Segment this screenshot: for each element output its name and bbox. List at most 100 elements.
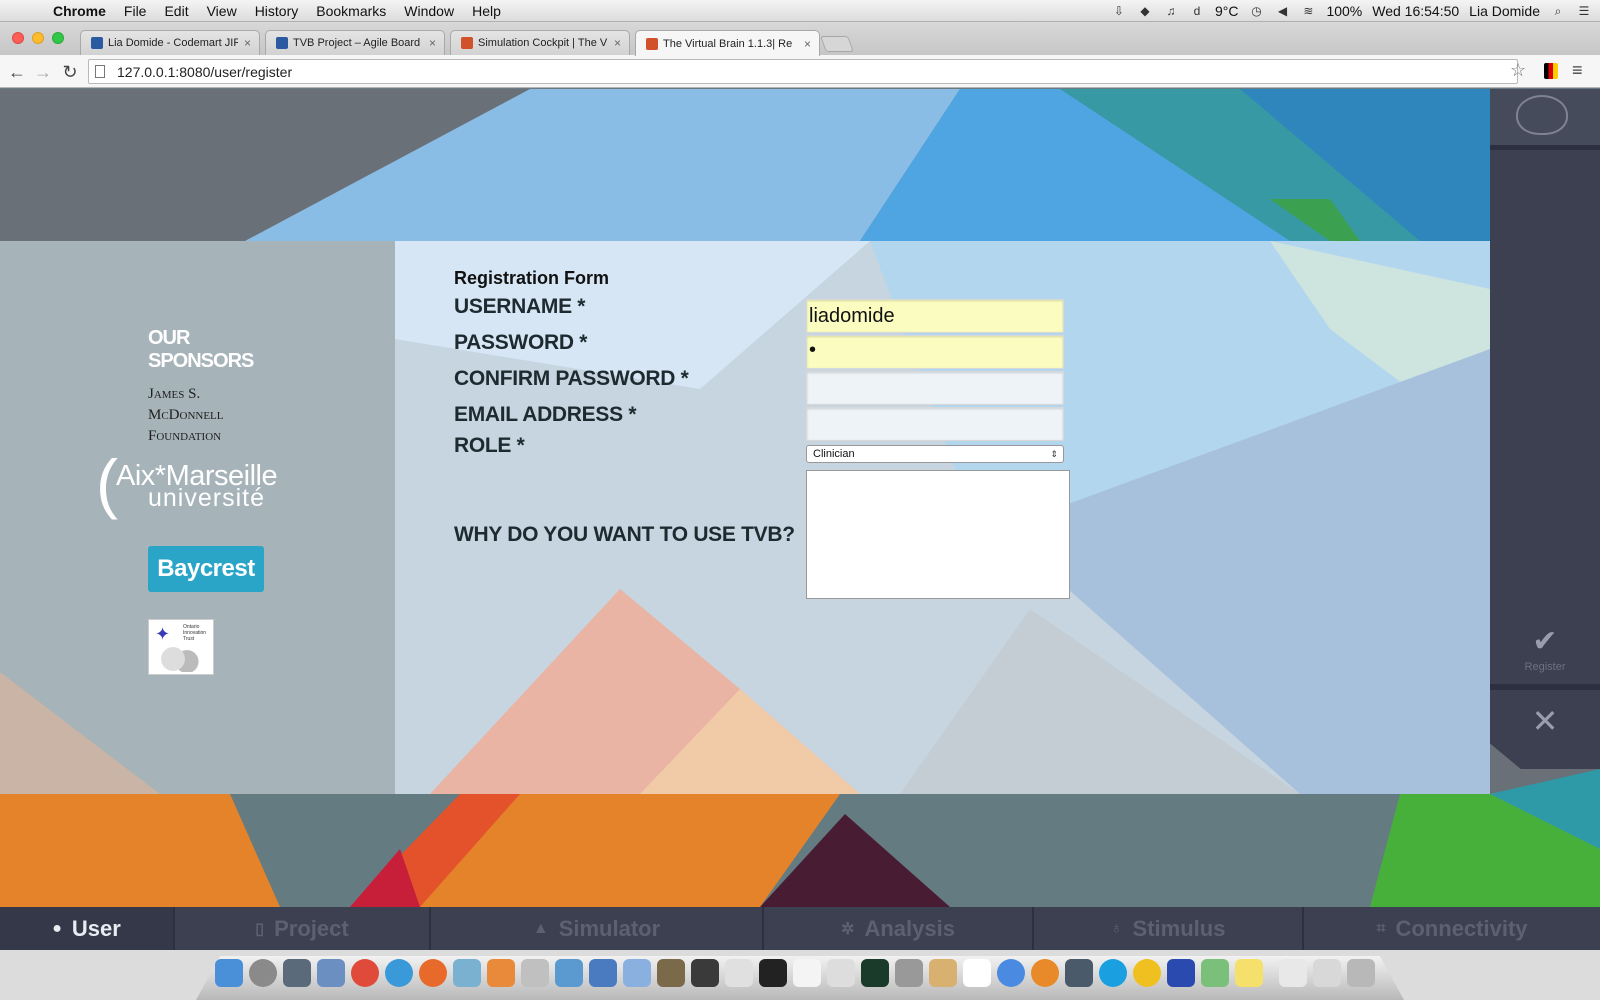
downloads-stack-icon[interactable] xyxy=(1279,959,1307,987)
minimize-window-button[interactable] xyxy=(32,32,44,44)
terminal-icon[interactable] xyxy=(691,959,719,987)
mail-icon[interactable] xyxy=(487,959,515,987)
confirm-password-input[interactable] xyxy=(806,371,1064,405)
ibooks-icon[interactable] xyxy=(1031,959,1059,987)
address-bar[interactable]: 127.0.0.1:8080/user/register xyxy=(88,59,1518,84)
menu-window[interactable]: Window xyxy=(395,3,463,19)
close-tab-icon[interactable]: × xyxy=(244,36,251,50)
role-select[interactable]: Clinician ⇕ xyxy=(806,445,1064,463)
close-tab-icon[interactable]: × xyxy=(429,36,436,50)
email-input[interactable] xyxy=(806,407,1064,441)
bottom-navigation: ● User ▯ Project ▲ Simulator ✲ Analysis … xyxy=(0,907,1600,950)
nav-tab-simulator[interactable]: ▲ Simulator xyxy=(431,907,764,950)
system-preferences-icon[interactable] xyxy=(895,959,923,987)
console-icon[interactable] xyxy=(759,959,787,987)
menu-help[interactable]: Help xyxy=(463,3,510,19)
username-input[interactable] xyxy=(806,299,1064,333)
sponsors-panel: OUR SPONSORS James S. McDonnell Foundati… xyxy=(0,245,395,794)
username-label: USERNAME * xyxy=(454,295,586,318)
documents-stack-icon[interactable] xyxy=(1313,959,1341,987)
menu-view[interactable]: View xyxy=(198,3,246,19)
chrome-menu-icon[interactable]: ≡ xyxy=(1572,60,1583,81)
wifi-icon[interactable]: ≋ xyxy=(1300,4,1316,18)
role-selected-value: Clinician xyxy=(813,448,855,460)
photos-icon[interactable] xyxy=(1201,959,1229,987)
mission-control-icon[interactable] xyxy=(283,959,311,987)
bell-icon[interactable]: ♫ xyxy=(1163,4,1179,18)
register-check-icon[interactable]: ✔ xyxy=(1490,624,1600,659)
close-tab-icon[interactable]: × xyxy=(614,36,621,50)
trash-icon[interactable] xyxy=(1347,959,1375,987)
dictionary-icon[interactable]: d xyxy=(1189,4,1205,18)
cancel-button[interactable]: ✕ xyxy=(1490,684,1600,769)
nav-tab-user[interactable]: ● User xyxy=(0,907,175,950)
stickies-icon[interactable] xyxy=(1235,959,1263,987)
evernote-icon[interactable]: ◆ xyxy=(1137,4,1153,18)
nav-tab-stimulus[interactable]: ♁ Stimulus xyxy=(1034,907,1304,950)
calendar-icon[interactable] xyxy=(963,959,991,987)
finder-icon[interactable] xyxy=(215,959,243,987)
clock[interactable]: Wed 16:54:50 xyxy=(1372,3,1459,19)
launchpad-icon[interactable] xyxy=(249,959,277,987)
tvb-brain-logo[interactable] xyxy=(1490,89,1600,145)
bookmark-star-icon[interactable]: ☆ xyxy=(1510,60,1526,81)
battery-status[interactable]: 100% xyxy=(1326,3,1362,19)
jira-favicon-icon xyxy=(91,37,103,49)
timemachine-icon[interactable]: ◷ xyxy=(1248,4,1264,18)
aix-marseille-logo: ( Aix*Marseille université xyxy=(96,446,278,520)
spotlight-icon[interactable]: ⌕ xyxy=(1550,4,1566,18)
menu-app-name[interactable]: Chrome xyxy=(44,3,115,19)
network-icon[interactable] xyxy=(555,959,583,987)
skype-icon[interactable] xyxy=(1099,959,1127,987)
safari-icon[interactable] xyxy=(385,959,413,987)
pycharm-icon[interactable] xyxy=(453,959,481,987)
baycrest-logo: Baycrest xyxy=(148,546,264,592)
nav-tab-connectivity[interactable]: ⌗ Connectivity xyxy=(1304,907,1600,950)
zoom-window-button[interactable] xyxy=(52,32,64,44)
menu-file[interactable]: File xyxy=(115,3,156,19)
gear-icon: ✲ xyxy=(841,920,855,938)
browser-tab-jira[interactable]: Lia Domide - Codemart JIR × xyxy=(80,30,260,55)
activity-monitor-icon[interactable] xyxy=(861,959,889,987)
calculator-icon[interactable] xyxy=(1167,959,1195,987)
database-icon[interactable] xyxy=(521,959,549,987)
facetime-icon[interactable] xyxy=(1065,959,1093,987)
download-icon[interactable]: ⇩ xyxy=(1111,4,1127,18)
chrome-icon[interactable] xyxy=(351,959,379,987)
gimp-icon[interactable] xyxy=(657,959,685,987)
notifications-icon[interactable]: ☰ xyxy=(1576,4,1592,18)
firefox-icon[interactable] xyxy=(419,959,447,987)
kdiff3-icon[interactable] xyxy=(827,959,855,987)
close-window-button[interactable] xyxy=(12,32,24,44)
document-dock-icon[interactable] xyxy=(793,959,821,987)
password-input[interactable]: • xyxy=(806,335,1064,369)
volume-icon[interactable]: ◀ xyxy=(1274,4,1290,18)
virtualbox-icon[interactable] xyxy=(623,959,651,987)
preview-icon[interactable] xyxy=(317,959,345,987)
itunes-icon[interactable] xyxy=(997,959,1025,987)
browser-tab-cockpit[interactable]: Simulation Cockpit | The V × xyxy=(450,30,630,55)
sidebar-panel xyxy=(1490,145,1600,684)
reload-icon[interactable]: ↻ xyxy=(60,62,80,82)
extension-flag-icon[interactable] xyxy=(1544,63,1558,79)
browser-tab-active[interactable]: The Virtual Brain 1.1.3| Re × xyxy=(635,30,820,56)
page-content: OUR SPONSORS James S. McDonnell Foundati… xyxy=(0,89,1600,907)
menu-history[interactable]: History xyxy=(246,3,308,19)
new-tab-button[interactable] xyxy=(820,36,854,52)
adium-icon[interactable] xyxy=(1133,959,1161,987)
user-name[interactable]: Lia Domide xyxy=(1469,3,1540,19)
menu-bookmarks[interactable]: Bookmarks xyxy=(307,3,395,19)
nav-tab-project[interactable]: ▯ Project xyxy=(175,907,431,950)
menu-edit[interactable]: Edit xyxy=(155,3,197,19)
why-tvb-textarea[interactable] xyxy=(806,470,1070,599)
back-arrow-icon[interactable]: ← xyxy=(7,62,27,82)
forward-arrow-icon[interactable]: → xyxy=(33,62,53,82)
xcode-icon[interactable] xyxy=(589,959,617,987)
weather-status[interactable]: 9°C xyxy=(1215,3,1239,19)
contacts-icon[interactable] xyxy=(929,959,957,987)
nav-tab-analysis[interactable]: ✲ Analysis xyxy=(764,907,1034,950)
textedit-icon[interactable] xyxy=(725,959,753,987)
browser-tab-agile[interactable]: TVB Project – Agile Board × xyxy=(265,30,445,55)
close-tab-icon[interactable]: × xyxy=(804,37,811,51)
register-button-label[interactable]: Register xyxy=(1490,661,1600,673)
